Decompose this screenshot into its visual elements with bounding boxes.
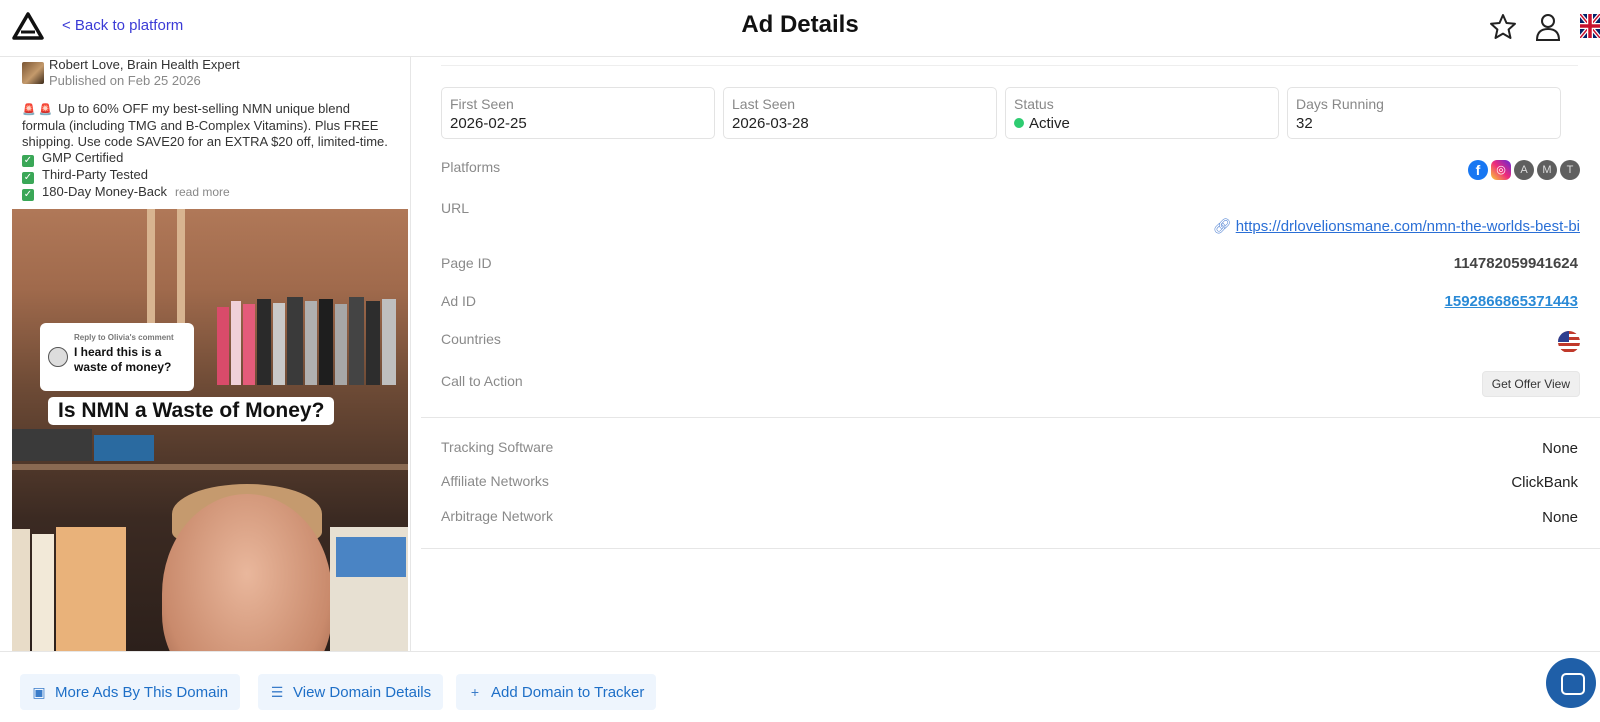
author-avatar	[22, 62, 44, 84]
image-icon: ▣	[32, 684, 46, 700]
plus-icon: +	[470, 684, 480, 700]
uk-flag-icon[interactable]	[1580, 14, 1600, 38]
check-icon: ✓	[22, 189, 34, 201]
platform-a-icon[interactable]: A	[1514, 160, 1534, 180]
chat-support-icon[interactable]	[1546, 658, 1596, 708]
countries-label: Countries	[441, 331, 501, 347]
check-item: Third-Party Tested	[42, 167, 148, 182]
ad-video-preview[interactable]: Reply to Olivia's comment I heard this i…	[12, 209, 408, 651]
read-more-link[interactable]: read more	[175, 185, 230, 199]
check-icon: ✓	[22, 155, 34, 167]
status-text: Active	[1029, 115, 1070, 132]
cta-badge: Get Offer View	[1481, 371, 1580, 397]
facebook-icon[interactable]: f	[1468, 160, 1488, 180]
stat-value: 2026-03-28	[732, 115, 809, 132]
ad-url-link[interactable]: 🔗︎ https://drlovelionsmane.com/nmn-the-wo…	[1213, 217, 1580, 235]
us-flag-icon	[1558, 331, 1580, 353]
arbitrage-network-value: None	[1542, 509, 1578, 526]
book-cover	[330, 527, 408, 651]
check-icon: ✓	[22, 172, 34, 184]
check-item: GMP Certified	[42, 150, 124, 165]
button-label: View Domain Details	[293, 684, 432, 701]
status-active-dot-icon	[1014, 118, 1024, 128]
commenter-avatar-icon	[48, 347, 68, 367]
ad-copy-line: shipping. Use code SAVE20 for an EXTRA $…	[22, 134, 388, 149]
divider	[441, 65, 1578, 66]
stat-first-seen: First Seen 2026-02-25	[441, 87, 715, 139]
link-icon: 🔗︎	[1212, 218, 1232, 235]
bottom-action-bar: ▣ More Ads By This Domain ☰ View Domain De…	[0, 651, 1600, 722]
ad-url-text[interactable]: https://drlovelionsmane.com/nmn-the-worl…	[1236, 218, 1580, 235]
stat-label: Status	[1014, 96, 1054, 112]
check-item: 180-Day Money-Back	[42, 184, 167, 199]
divider	[421, 548, 1600, 549]
stat-value: Active	[1014, 115, 1070, 132]
user-icon[interactable]	[1533, 12, 1563, 42]
platform-t-icon[interactable]: T	[1560, 160, 1580, 180]
stat-label: First Seen	[450, 96, 514, 112]
top-header: < Back to platform Ad Details	[0, 0, 1600, 57]
more-ads-by-domain-button[interactable]: ▣ More Ads By This Domain	[20, 674, 241, 710]
ad-id-link[interactable]: 1592866865371443	[1445, 293, 1578, 310]
add-domain-to-tracker-button[interactable]: + Add Domain to Tracker	[456, 674, 657, 710]
published-date: Published on Feb 25 2026	[49, 73, 201, 88]
stat-last-seen: Last Seen 2026-03-28	[723, 87, 997, 139]
page-id-label: Page ID	[441, 255, 492, 271]
stat-days-running: Days Running 32	[1287, 87, 1561, 139]
ad-copy: 🚨 🚨 Up to 60% OFF my best-selling NMN un…	[22, 101, 407, 201]
comment-reply-bubble: Reply to Olivia's comment I heard this i…	[40, 323, 194, 391]
ad-author: Robert Love, Brain Health Expert	[49, 57, 240, 72]
comment-reply-header: Reply to Olivia's comment	[74, 333, 174, 342]
platform-icons: f ◎ A M T	[1465, 160, 1580, 180]
affiliate-networks-label: Affiliate Networks	[441, 473, 549, 489]
button-label: More Ads By This Domain	[55, 684, 229, 701]
star-icon[interactable]	[1488, 12, 1518, 42]
video-caption: Is NMN a Waste of Money?	[48, 397, 335, 425]
page-title: Ad Details	[741, 11, 859, 38]
stat-value: 32	[1296, 115, 1313, 132]
stat-value: 2026-02-25	[450, 115, 527, 132]
comment-text: I heard this is a waste of money?	[74, 345, 172, 374]
platform-m-icon[interactable]: M	[1537, 160, 1557, 180]
stat-label: Days Running	[1296, 96, 1384, 112]
url-label: URL	[441, 200, 470, 216]
divider	[421, 417, 1600, 418]
platforms-label: Platforms	[441, 159, 501, 175]
page-id-value: 114782059941624	[1453, 255, 1578, 272]
affiliate-networks-value: ClickBank	[1511, 474, 1578, 491]
view-domain-details-button[interactable]: ☰ View Domain Details	[258, 674, 444, 710]
stat-status: Status Active	[1005, 87, 1279, 139]
stat-label: Last Seen	[732, 96, 796, 112]
button-label: Add Domain to Tracker	[491, 684, 645, 701]
tracking-software-label: Tracking Software	[441, 439, 554, 455]
instagram-icon[interactable]: ◎	[1491, 160, 1511, 180]
ad-copy-line: Up to 60% OFF my best-selling NMN unique…	[58, 101, 350, 116]
document-icon: ☰	[270, 684, 284, 700]
ad-id-label: Ad ID	[441, 293, 477, 309]
tracking-software-value: None	[1542, 440, 1578, 457]
ad-copy-line: formula (including TMG and B-Complex Vit…	[22, 118, 379, 133]
ad-preview-panel: Robert Love, Brain Health Expert Publish…	[0, 57, 411, 651]
alarm-icon: 🚨 🚨	[22, 104, 53, 116]
arbitrage-network-label: Arbitrage Network	[441, 508, 554, 524]
cta-label: Call to Action	[441, 373, 523, 389]
